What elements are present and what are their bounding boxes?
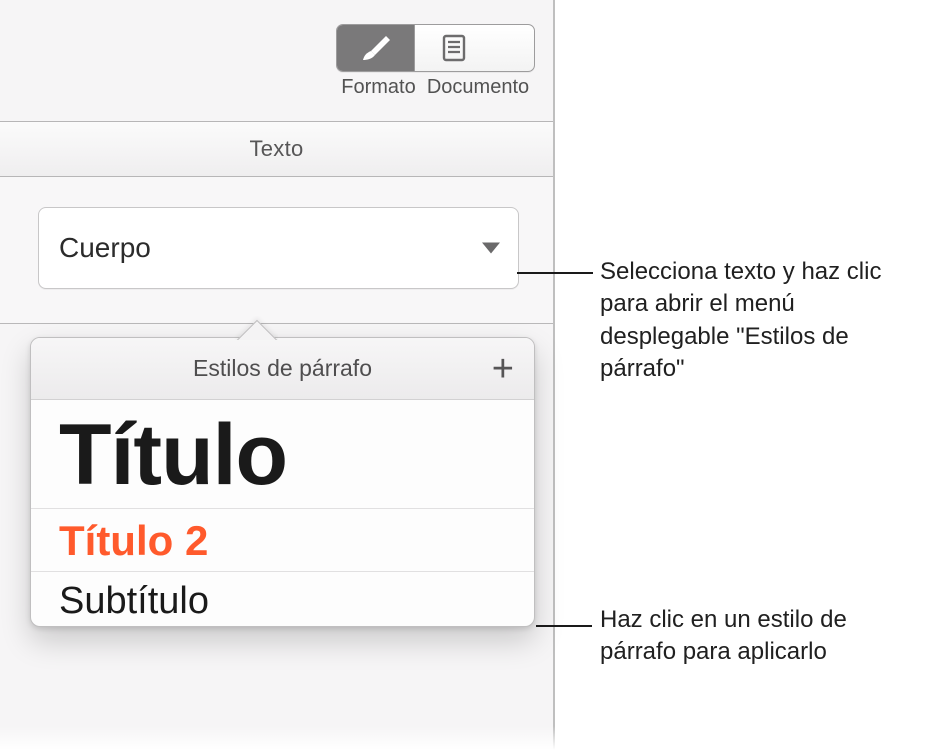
paintbrush-icon (359, 34, 393, 62)
style-option-label: Subtítulo (59, 580, 209, 622)
style-option-label: Título (59, 407, 287, 503)
plus-icon: + (492, 348, 514, 390)
document-icon (439, 33, 469, 63)
popover-title: Estilos de párrafo (193, 355, 372, 382)
add-style-button[interactable]: + (486, 350, 520, 388)
view-mode-toolbar: Formato Documento (336, 24, 535, 99)
paragraph-style-value: Cuerpo (59, 232, 151, 264)
callout-leader-line (536, 625, 592, 627)
style-option-subtitulo[interactable]: Subtítulo (31, 572, 534, 626)
paragraph-styles-popover: Estilos de párrafo + Título Título 2 Sub… (30, 337, 535, 627)
chevron-down-icon (482, 243, 500, 254)
style-option-titulo2[interactable]: Título 2 (31, 509, 534, 572)
paragraph-style-dropdown[interactable]: Cuerpo (38, 207, 519, 289)
paragraph-styles-list: Título Título 2 Subtítulo (31, 400, 534, 626)
callout-leader-line (517, 272, 593, 274)
popover-header: Estilos de párrafo + (31, 338, 534, 400)
inspector-panel: Formato Documento Texto Cuerpo Estilos d… (0, 0, 555, 750)
style-option-label: Título 2 (59, 517, 208, 564)
segmented-control (336, 24, 535, 72)
text-section-tab[interactable]: Texto (0, 121, 553, 177)
format-tab-button[interactable] (337, 25, 415, 71)
style-option-titulo[interactable]: Título (31, 400, 534, 509)
text-section-label: Texto (249, 136, 303, 162)
document-tab-label: Documento (421, 76, 535, 99)
paragraph-style-section: Cuerpo (0, 177, 553, 324)
callout-text-1: Selecciona texto y haz clic para abrir e… (600, 256, 920, 386)
document-tab-button[interactable] (415, 25, 493, 71)
callout-text-2: Haz clic en un estilo de párrafo para ap… (600, 604, 920, 669)
format-tab-label: Formato (336, 76, 421, 99)
popover-arrow (234, 316, 278, 340)
